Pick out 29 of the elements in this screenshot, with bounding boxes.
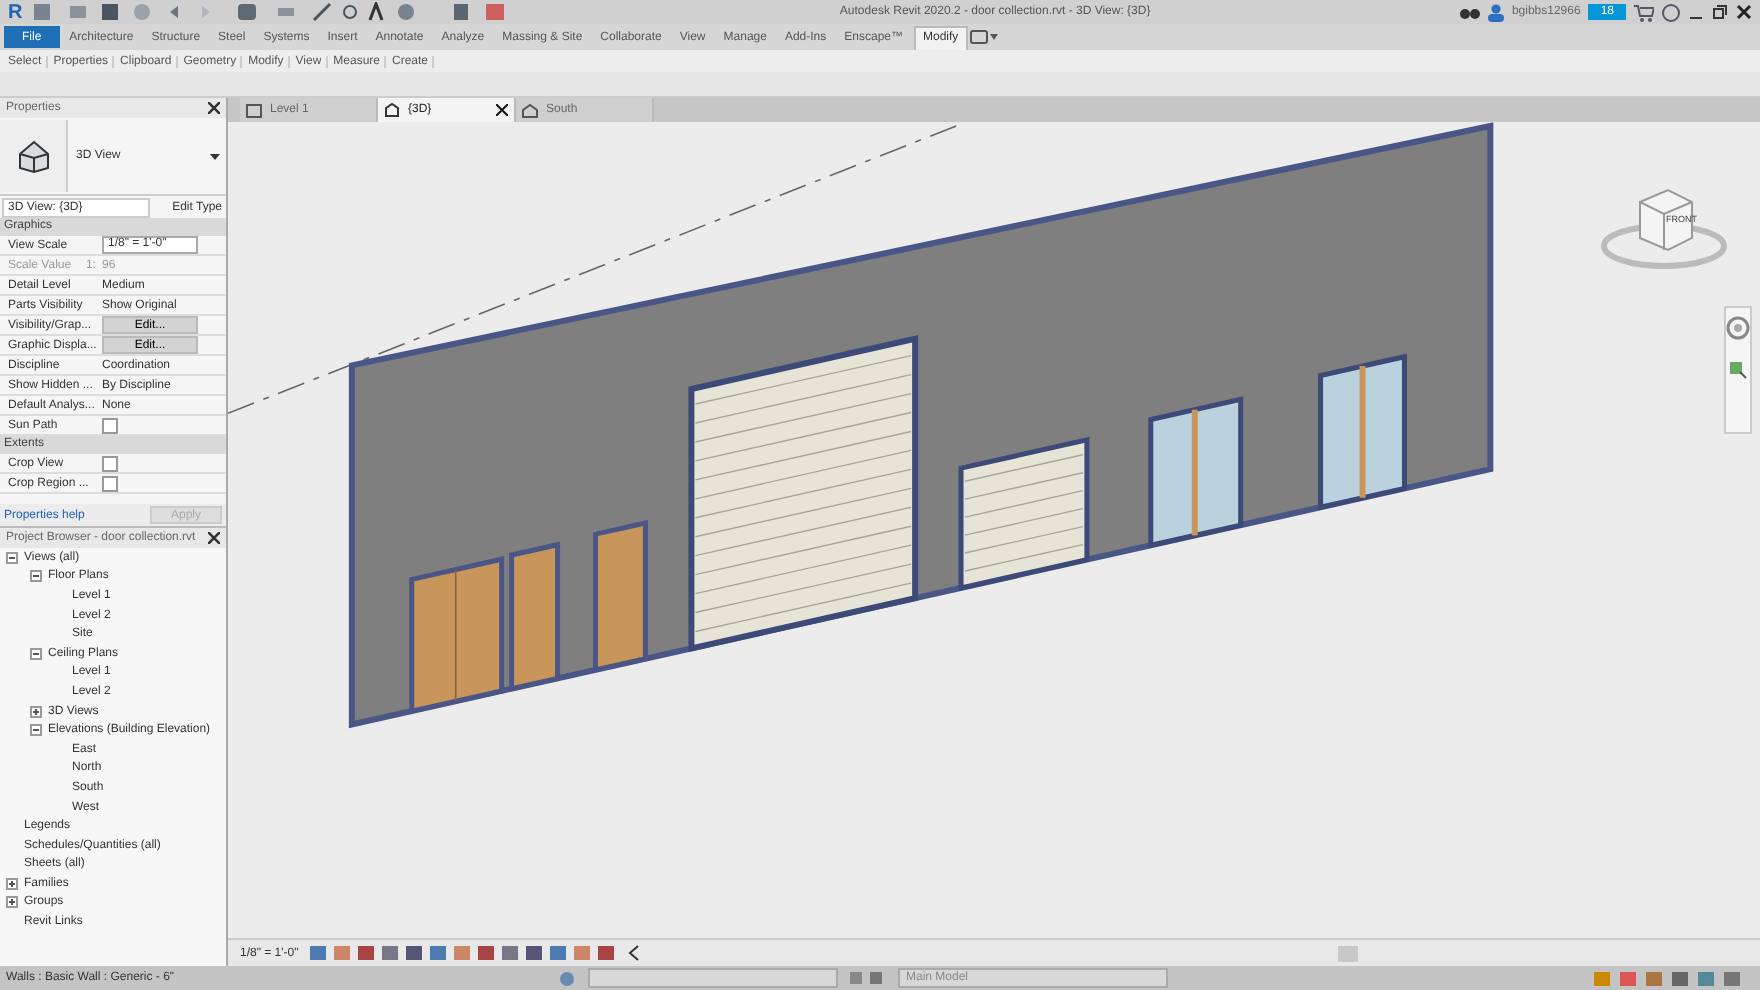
steering-wheel-icon[interactable] (1726, 316, 1750, 340)
cart-icon[interactable] (1634, 3, 1654, 21)
elevation-icon (522, 103, 538, 117)
caret-icon (210, 153, 220, 159)
expand-toggle[interactable] (6, 877, 18, 890)
expand-toggle[interactable] (6, 896, 18, 909)
checkbox[interactable] (102, 417, 118, 433)
close-icon[interactable] (208, 532, 220, 544)
expand-toggle[interactable] (30, 724, 42, 737)
scrollbar-thumb[interactable] (1338, 945, 1359, 961)
close-icon[interactable] (496, 104, 508, 116)
close-icon[interactable] (1736, 4, 1752, 20)
close-icon[interactable] (208, 102, 220, 114)
editable-only-icon[interactable] (850, 970, 886, 986)
expand-toggle[interactable] (6, 551, 18, 564)
app-logo[interactable]: R (8, 1, 23, 23)
user-icon[interactable] (1487, 3, 1504, 21)
checkbox[interactable] (102, 455, 118, 471)
expand-toggle[interactable] (30, 570, 42, 583)
floor-plan-icon (246, 103, 262, 117)
help-icon[interactable] (1662, 3, 1680, 21)
ribbon-toggle-icon[interactable] (970, 30, 999, 44)
restore-icon[interactable] (1712, 4, 1728, 20)
checkbox[interactable] (102, 475, 118, 491)
navigation-bar[interactable] (1724, 306, 1752, 434)
zoom-icon[interactable] (1728, 360, 1748, 380)
binoculars-icon[interactable] (1459, 4, 1480, 20)
expand-toggle[interactable] (30, 705, 42, 718)
expand-toggle[interactable] (30, 647, 42, 660)
